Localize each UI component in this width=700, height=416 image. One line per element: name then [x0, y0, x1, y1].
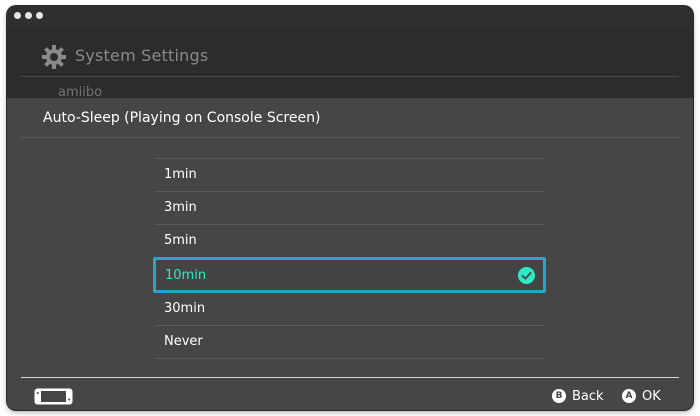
background-settings-header: System Settings amiibo: [7, 26, 693, 98]
option-label: 5min: [164, 233, 197, 248]
window-dot-icon: [36, 12, 43, 19]
footer-divider: [21, 377, 679, 378]
background-page-title: System Settings: [75, 46, 209, 65]
ok-button[interactable]: A OK: [622, 388, 661, 404]
b-button-icon: B: [552, 389, 566, 403]
option-label: Never: [164, 334, 203, 349]
option-10min[interactable]: 10min: [153, 257, 546, 293]
window-dot-icon: [14, 12, 21, 19]
divider: [21, 137, 679, 138]
option-label: 1min: [164, 167, 197, 182]
app-window: System Settings amiibo Auto-Sleep (Playi…: [7, 6, 693, 410]
auto-sleep-dialog: Auto-Sleep (Playing on Console Screen) 1…: [7, 98, 693, 410]
back-label: Back: [572, 388, 604, 404]
checkmark-icon: [518, 267, 535, 284]
option-label: 3min: [164, 200, 197, 215]
dialog-title: Auto-Sleep (Playing on Console Screen): [43, 110, 321, 126]
ok-label: OK: [642, 388, 661, 404]
option-30min[interactable]: 30min: [155, 293, 544, 326]
divider: [21, 76, 679, 77]
gear-icon: [42, 45, 66, 69]
option-label: 10min: [165, 268, 207, 283]
console-icon: [34, 388, 73, 405]
option-1min[interactable]: 1min: [155, 159, 544, 192]
option-3min[interactable]: 3min: [155, 192, 544, 225]
option-never[interactable]: Never: [155, 326, 544, 359]
a-button-icon: A: [622, 389, 636, 403]
back-button[interactable]: B Back: [552, 388, 604, 404]
window-dot-icon: [25, 12, 32, 19]
option-5min[interactable]: 5min: [155, 225, 544, 258]
option-label: 30min: [164, 301, 206, 316]
option-list: 1min 3min 5min 10min 30min Never: [153, 158, 546, 359]
window-titlebar: [7, 6, 693, 26]
background-list-item: amiibo: [58, 85, 103, 98]
